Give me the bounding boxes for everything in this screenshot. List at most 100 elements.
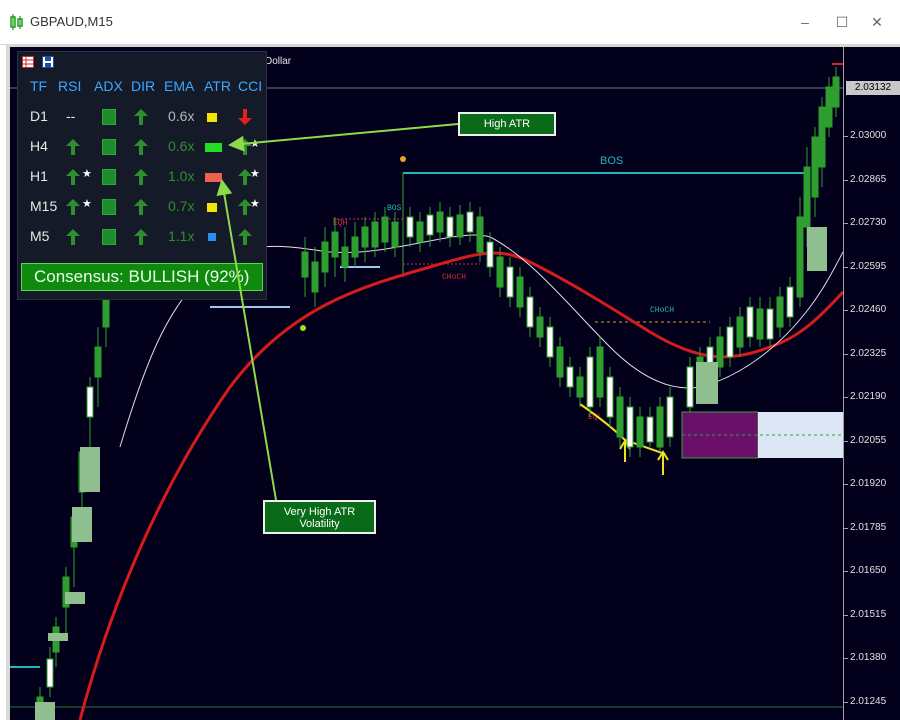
- candle-body: [616, 396, 624, 438]
- candle-body: [506, 266, 514, 298]
- candle-body: [576, 376, 584, 398]
- bos-label: BOS: [600, 155, 623, 167]
- dashboard-header-rsi: RSI: [58, 78, 82, 94]
- dashboard-tf-h4: H4: [30, 138, 48, 154]
- price-label: 2.03000: [850, 130, 887, 141]
- price-tick: [844, 527, 848, 529]
- candle-body: [311, 261, 319, 293]
- price-tick: [844, 614, 848, 616]
- demand-zone-extension: [758, 412, 843, 458]
- candle-body: [746, 306, 754, 338]
- candle-body: [416, 221, 424, 243]
- grid-icon[interactable]: [22, 55, 34, 68]
- price-tick: [844, 136, 848, 137]
- minimize-button[interactable]: –: [795, 12, 815, 32]
- candle-body: [456, 214, 464, 238]
- window-title: GBPAUD,M15: [30, 14, 113, 29]
- very-high-atr-line2: Volatility: [299, 518, 340, 530]
- rsi-star-icon: ★: [82, 168, 92, 180]
- swing-marker-orange: [400, 156, 406, 162]
- candle-body: [331, 231, 339, 258]
- candle-body: [586, 356, 594, 408]
- price-label: 2.01920: [850, 478, 887, 489]
- current-price-label: 2.03132: [846, 81, 900, 95]
- close-button[interactable]: ✕: [867, 12, 887, 32]
- price-tick: [844, 179, 848, 181]
- price-label: 2.01785: [850, 521, 887, 533]
- panel-toolbar: [22, 55, 58, 69]
- candle-body: [756, 308, 764, 340]
- rsi-up-arrow-icon: [66, 139, 80, 160]
- price-tick: [844, 658, 848, 659]
- candle-body: [646, 416, 654, 443]
- candle-body: [546, 326, 554, 358]
- volume-highlight: [696, 362, 718, 404]
- candle-body: [321, 241, 329, 273]
- dashboard-header-atr: ATR: [204, 78, 231, 94]
- candle-body: [102, 296, 110, 328]
- candle-body: [656, 406, 664, 448]
- dashboard-header-ema: EMA: [164, 78, 195, 94]
- candle-body: [446, 216, 454, 238]
- rsi-up-arrow-icon: [66, 229, 80, 250]
- candle-body: [636, 416, 644, 448]
- window-titlebar: GBPAUD,M15 – ☐ ✕: [0, 0, 900, 45]
- candle-body: [381, 216, 389, 243]
- volume-highlight: [80, 447, 100, 492]
- adx-strength-box: [102, 199, 116, 215]
- rsi-value: --: [66, 108, 76, 124]
- volume-highlight: [807, 227, 827, 271]
- maximize-button[interactable]: ☐: [832, 12, 852, 32]
- candle-body: [94, 346, 102, 378]
- dashboard-tf-m5: M5: [30, 228, 50, 244]
- cci-star-icon: ★: [250, 198, 260, 210]
- atr-indicator-box: [205, 143, 222, 152]
- cci-down-arrow-icon: [238, 109, 252, 130]
- candle-body: [371, 221, 379, 248]
- candle-body: [726, 326, 734, 358]
- price-label: 2.02865: [850, 173, 887, 185]
- price-tick: [844, 484, 848, 485]
- price-tick: [844, 701, 848, 703]
- candle-body: [796, 216, 804, 298]
- dashboard-header-adx: ADX: [94, 78, 123, 94]
- high-atr-label: High ATR: [483, 118, 531, 130]
- high-atr-callout: High ATR: [458, 112, 556, 136]
- volume-highlight: [48, 633, 68, 641]
- atr-indicator-box: [205, 173, 222, 182]
- symbol-description: Dollar: [265, 56, 292, 67]
- candle-body: [818, 106, 826, 168]
- price-label: 2.02730: [850, 217, 887, 228]
- dashboard-header-tf: TF: [30, 78, 48, 94]
- dir-up-arrow-icon: [134, 109, 148, 130]
- candle-body: [426, 214, 434, 236]
- ema-ratio: 0.6x: [168, 138, 195, 154]
- price-axis[interactable]: 2.03132 2.03000 2.02865 2.02730 2.02595 2.02…: [843, 47, 900, 720]
- candle-body: [832, 76, 840, 108]
- slow-ema-line: [78, 251, 843, 720]
- dir-up-arrow-icon: [134, 139, 148, 160]
- atr-indicator-box: [208, 233, 216, 241]
- candle-body: [686, 366, 694, 408]
- candle-body: [341, 246, 349, 268]
- candle-body: [476, 216, 484, 253]
- price-label: 2.01380: [850, 652, 887, 663]
- price-label: 2.02325: [850, 347, 887, 359]
- price-label: 2.02190: [850, 391, 887, 402]
- price-tick: [844, 397, 848, 398]
- multi-timeframe-dashboard: TF RSI ADX DIR EMA ATR CCI D1 -- 0.6x H4 0.6x ★ H1 ★ 1.…: [17, 51, 267, 300]
- candle-body: [436, 211, 444, 233]
- cci-star-icon: ★: [250, 138, 260, 150]
- up-arrow-marker-2: [657, 450, 669, 475]
- volume-highlight: [35, 702, 55, 720]
- choch-label-1: CHoCH: [442, 273, 466, 282]
- rsi-star-icon: ★: [82, 198, 92, 210]
- candle-body: [776, 296, 784, 328]
- dir-up-arrow-icon: [134, 199, 148, 220]
- atr-indicator-box: [207, 203, 217, 212]
- candle-body: [526, 296, 534, 328]
- candle-body: [46, 658, 54, 688]
- candle-body: [496, 256, 504, 288]
- rsi-up-arrow-icon: [66, 169, 80, 190]
- save-icon[interactable]: [42, 55, 55, 68]
